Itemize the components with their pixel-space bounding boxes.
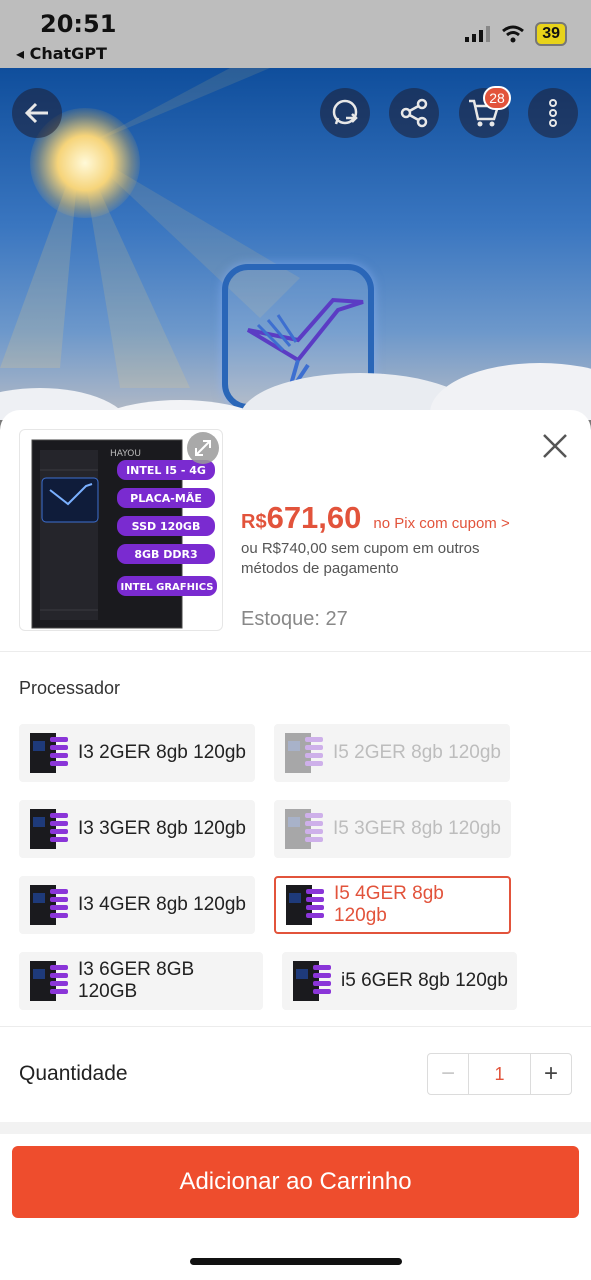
quantity-label: Quantidade bbox=[19, 1062, 128, 1085]
variant-option[interactable]: I3 2GER 8gb 120gb bbox=[19, 724, 255, 782]
status-icons: 39 bbox=[465, 22, 567, 46]
back-to-app-link[interactable]: ◂ ChatGPT bbox=[16, 44, 107, 63]
thumbnail-tag: INTEL GRAFHICS bbox=[121, 582, 214, 593]
variant-option[interactable]: I5 3GER 8gb 120gb bbox=[274, 800, 511, 858]
pix-coupon-link[interactable]: no Pix com cupom > bbox=[373, 515, 509, 532]
variant-option-label: I3 2GER 8gb 120gb bbox=[78, 742, 246, 763]
status-bar: 20:51 ◂ ChatGPT 39 bbox=[0, 0, 591, 68]
expand-icon[interactable] bbox=[187, 432, 219, 464]
separator-band bbox=[0, 1122, 591, 1134]
variant-option-label: I5 2GER 8gb 120gb bbox=[333, 742, 501, 763]
product-hero-image: 28 bbox=[0, 68, 591, 420]
variant-option[interactable]: I5 4GER 8gb 120gb bbox=[274, 876, 511, 934]
variant-thumbnail-icon bbox=[28, 807, 70, 851]
variant-thumbnail-icon bbox=[28, 731, 70, 775]
thumbnail-tag: INTEL I5 - 4G bbox=[126, 464, 206, 477]
variant-option[interactable]: I3 6GER 8GB 120GB bbox=[19, 952, 263, 1010]
thumbnail-tag: 8GB DDR3 bbox=[134, 548, 197, 561]
add-to-cart-button[interactable]: Adicionar ao Carrinho bbox=[12, 1146, 579, 1218]
quantity-increase-button[interactable]: + bbox=[531, 1054, 571, 1094]
variant-thumbnail-icon bbox=[283, 731, 325, 775]
close-icon[interactable] bbox=[541, 432, 569, 460]
price-line: R$671,60 no Pix com cupom > bbox=[241, 500, 510, 536]
variant-selection-sheet: HAYOU INTEL I5 - 4G PLACA-MÃE SSD 120GB … bbox=[0, 410, 591, 1280]
variant-option[interactable]: I5 2GER 8gb 120gb bbox=[274, 724, 510, 782]
arrow-left-icon bbox=[24, 102, 48, 124]
variant-thumbnail-icon bbox=[284, 883, 326, 927]
price-value: 671,60 bbox=[266, 500, 362, 535]
quantity-stepper: − 1 + bbox=[427, 1053, 572, 1095]
variant-thumbnail-icon bbox=[28, 959, 70, 1003]
divider bbox=[0, 651, 591, 652]
product-thumbnail[interactable]: HAYOU INTEL I5 - 4G PLACA-MÃE SSD 120GB … bbox=[19, 429, 223, 631]
share-icon bbox=[400, 98, 428, 128]
whatsapp-share-button[interactable] bbox=[320, 88, 370, 138]
quantity-decrease-button[interactable]: − bbox=[428, 1054, 468, 1094]
variant-thumbnail-icon bbox=[283, 807, 325, 851]
wifi-icon bbox=[502, 25, 525, 43]
variant-option-label: i5 6GER 8gb 120gb bbox=[341, 970, 508, 991]
variant-option[interactable]: I3 4GER 8gb 120gb bbox=[19, 876, 255, 934]
whatsapp-icon bbox=[332, 99, 358, 125]
alternative-price: ou R$740,00 sem cupom em outros métodos … bbox=[241, 540, 480, 577]
variant-option-label: I5 4GER 8gb 120gb bbox=[334, 883, 444, 926]
thumbnail-tag: SSD 120GB bbox=[132, 520, 201, 533]
variant-option[interactable]: I3 3GER 8gb 120gb bbox=[19, 800, 255, 858]
variant-option-label: I3 4GER 8gb 120gb bbox=[78, 894, 246, 915]
thumbnail-brand: HAYOU bbox=[110, 449, 141, 459]
variant-thumbnail-icon bbox=[28, 883, 70, 927]
price-currency: R$ bbox=[241, 511, 267, 533]
more-options-button[interactable] bbox=[528, 88, 578, 138]
variant-option-label: I3 6GER 8GB 120GB bbox=[78, 959, 195, 1002]
variant-option-label: I3 3GER 8gb 120gb bbox=[78, 818, 246, 839]
share-button[interactable] bbox=[389, 88, 439, 138]
more-vertical-icon bbox=[549, 99, 557, 127]
variant-thumbnail-icon bbox=[291, 959, 333, 1003]
back-button[interactable] bbox=[12, 88, 62, 138]
battery-indicator: 39 bbox=[535, 22, 567, 46]
variant-option[interactable]: i5 6GER 8gb 120gb bbox=[282, 952, 517, 1010]
variant-option-label: I5 3GER 8gb 120gb bbox=[333, 818, 501, 839]
divider bbox=[0, 1026, 591, 1027]
stock-count: Estoque: 27 bbox=[241, 608, 348, 630]
quantity-value[interactable]: 1 bbox=[468, 1054, 531, 1094]
status-time: 20:51 bbox=[40, 10, 117, 38]
home-indicator[interactable] bbox=[190, 1258, 402, 1265]
cart-count-badge: 28 bbox=[483, 86, 511, 110]
variant-group-label: Processador bbox=[19, 678, 121, 698]
thumbnail-tag: PLACA-MÃE bbox=[130, 492, 202, 505]
signal-icon bbox=[465, 26, 491, 42]
